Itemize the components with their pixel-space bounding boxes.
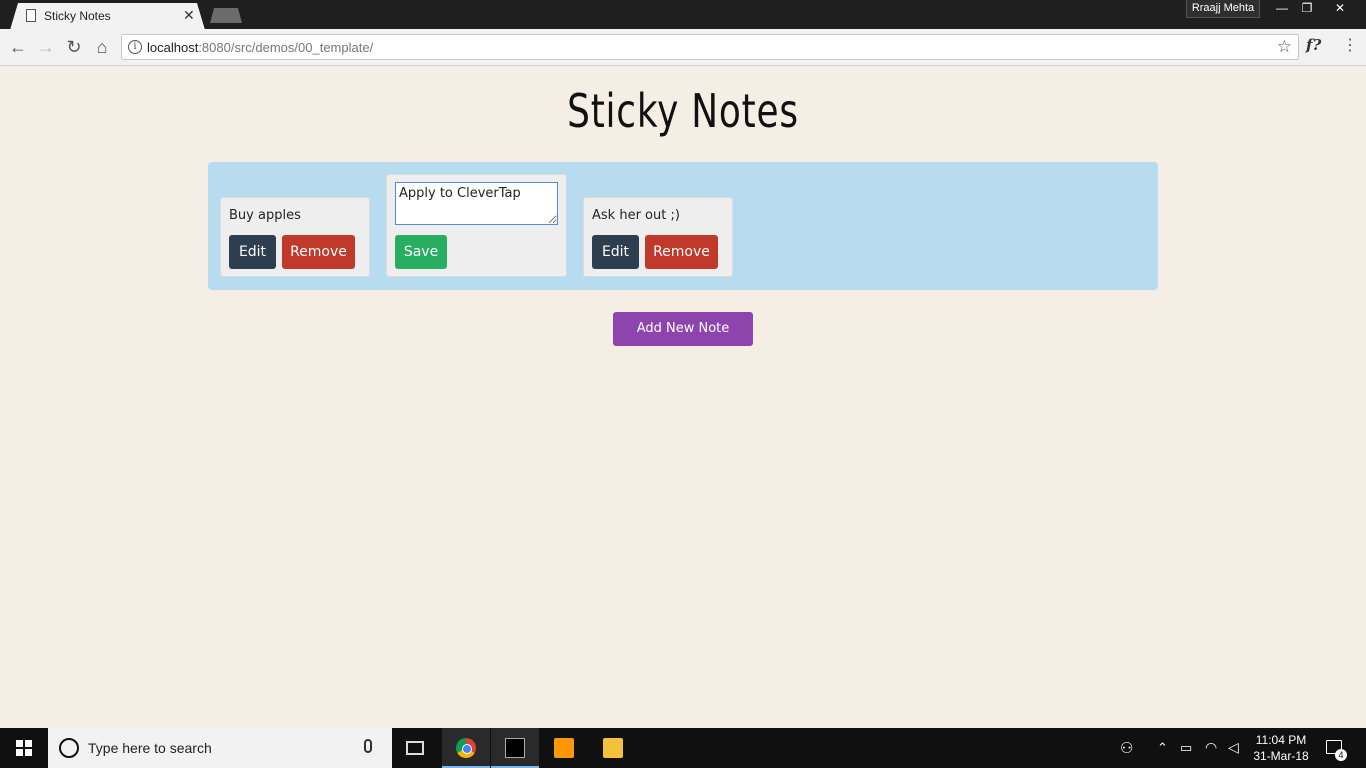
taskbar-file-explorer[interactable]: [589, 728, 637, 768]
note-textarea[interactable]: Apply to CleverTap: [395, 182, 558, 225]
taskbar-search[interactable]: Type here to search: [48, 728, 392, 768]
edit-button[interactable]: Edit: [229, 235, 276, 269]
taskbar-chrome[interactable]: [442, 728, 490, 768]
clock-date: 31-Mar-18: [1253, 749, 1309, 763]
page-title: Sticky Notes: [567, 84, 799, 138]
remove-button[interactable]: Remove: [645, 235, 718, 269]
bookmark-star-icon[interactable]: ☆: [1277, 37, 1292, 57]
extension-icon[interactable]: f?: [1306, 36, 1321, 54]
url-text: localhost:8080/src/demos/00_template/: [147, 40, 374, 55]
chevron-up-icon[interactable]: ⌃: [1157, 740, 1168, 768]
save-button[interactable]: Save: [395, 235, 447, 269]
back-icon[interactable]: ←: [6, 35, 30, 59]
forward-icon[interactable]: →: [34, 35, 58, 59]
browser-toolbar: ← → ↻ ⌂ i localhost:8080/src/demos/00_te…: [0, 29, 1366, 66]
start-button[interactable]: [0, 728, 48, 768]
tab-title: Sticky Notes: [44, 9, 111, 23]
note-card: Buy apples Edit Remove: [220, 197, 370, 277]
taskbar: Type here to search ⚇ ⌃ ▭ ◠ ◁ 11:04 PM 3…: [0, 728, 1366, 768]
tab-sticky-notes[interactable]: Sticky Notes ✕: [10, 3, 205, 30]
taskbar-terminal[interactable]: [491, 728, 539, 768]
cortana-icon: [59, 738, 79, 758]
volume-icon[interactable]: ◁: [1228, 739, 1239, 768]
note-text: Ask her out ;): [592, 208, 680, 223]
add-new-note-button[interactable]: Add New Note: [613, 312, 753, 346]
notes-board: Buy apples Edit Remove Apply to CleverTa…: [208, 162, 1158, 290]
page-icon: [26, 9, 36, 22]
home-icon[interactable]: ⌂: [90, 35, 114, 59]
microphone-icon[interactable]: [364, 739, 372, 753]
folder-icon: [603, 738, 623, 758]
restore-icon[interactable]: ❐: [1292, 0, 1322, 18]
edit-button[interactable]: Edit: [592, 235, 639, 269]
menu-icon[interactable]: ⋮: [1342, 35, 1358, 55]
notification-count: 4: [1335, 749, 1347, 761]
windows-icon: [16, 740, 32, 756]
info-icon[interactable]: i: [128, 40, 142, 54]
clock[interactable]: 11:04 PM 31-Mar-18: [1246, 732, 1316, 764]
note-text: Buy apples: [229, 208, 301, 223]
terminal-icon: [505, 738, 525, 758]
reload-icon[interactable]: ↻: [62, 35, 86, 59]
remove-button[interactable]: Remove: [282, 235, 355, 269]
address-bar[interactable]: i localhost:8080/src/demos/00_template/ …: [121, 34, 1299, 60]
chrome-icon: [456, 738, 476, 758]
search-placeholder: Type here to search: [88, 740, 212, 756]
taskbar-sublime[interactable]: [540, 728, 588, 768]
close-window-icon[interactable]: ✕: [1325, 0, 1355, 18]
sublime-text-icon: [554, 738, 574, 758]
profile-button[interactable]: Rraajj Mehta: [1186, 0, 1260, 18]
browser-titlebar: Sticky Notes ✕ Rraajj Mehta — ❐ ✕: [0, 0, 1366, 30]
task-view-icon: [406, 741, 424, 755]
wifi-icon[interactable]: ◠: [1205, 739, 1217, 768]
new-tab-button[interactable]: [210, 8, 242, 23]
battery-icon[interactable]: ▭: [1180, 740, 1192, 768]
people-icon[interactable]: ⚇: [1120, 739, 1133, 768]
task-view-button[interactable]: [392, 728, 440, 768]
note-card-editing: Apply to CleverTap Save: [386, 174, 567, 277]
note-card: Ask her out ;) Edit Remove: [583, 197, 733, 277]
clock-time: 11:04 PM: [1255, 733, 1307, 747]
close-tab-icon[interactable]: ✕: [183, 7, 195, 24]
